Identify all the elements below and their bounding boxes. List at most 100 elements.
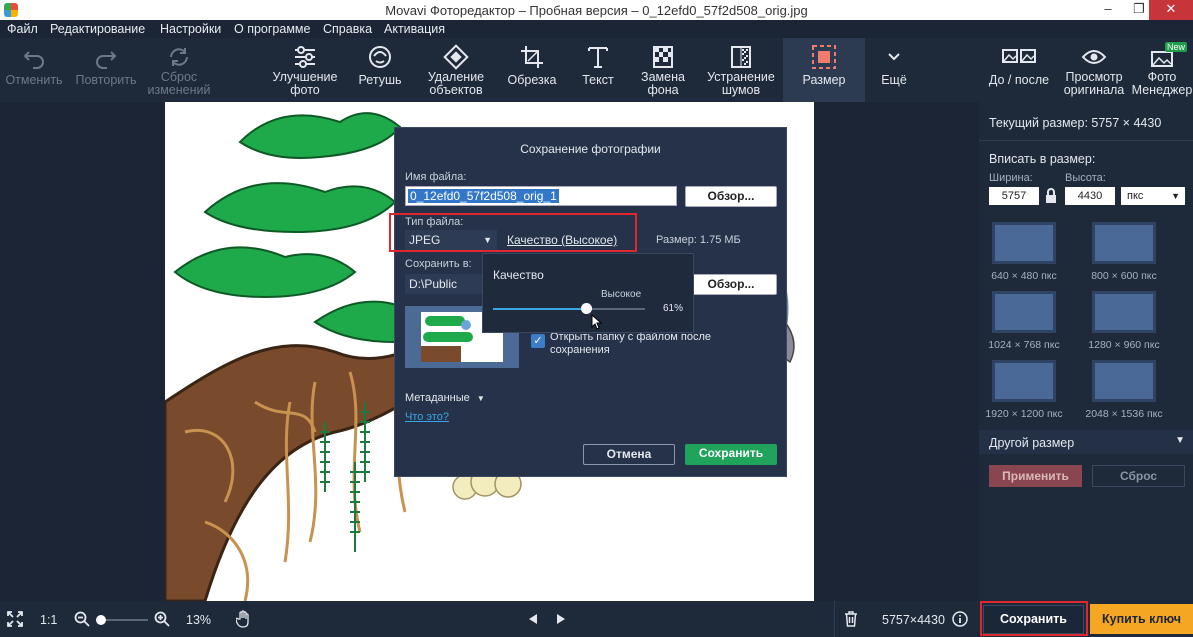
zoom-level: 13% — [186, 613, 212, 627]
chevron-down-icon — [888, 53, 900, 61]
browse-folder-button[interactable]: Обзор... — [685, 274, 777, 295]
chevron-down-icon: ▼ — [1175, 435, 1185, 446]
buy-key-button[interactable]: Купить ключ — [1090, 604, 1193, 634]
menu-settings[interactable]: Настройки — [160, 22, 221, 36]
resize-icon — [812, 45, 836, 69]
other-size-label: Другой размер — [989, 436, 1075, 450]
tool-text-label: Текст — [582, 73, 614, 87]
other-size-toggle[interactable]: Другой размер ▼ — [979, 430, 1193, 454]
preset-2048[interactable]: 2048 × 1536 пкс — [1079, 360, 1169, 420]
undo-button[interactable]: Отменить — [4, 38, 64, 102]
preset-1920[interactable]: 1920 × 1200 пкс — [979, 360, 1069, 420]
unit-value: пкс — [1127, 190, 1144, 202]
undo-label: Отменить — [5, 73, 63, 87]
metadata-toggle[interactable]: Метаданные ▼ — [405, 392, 485, 404]
info-icon[interactable] — [952, 611, 968, 627]
hand-icon[interactable] — [236, 610, 252, 628]
menu-activation[interactable]: Активация — [384, 22, 445, 36]
preset-thumb — [992, 360, 1056, 402]
what-is-this-link[interactable]: Что это? — [405, 411, 449, 423]
preset-thumb — [992, 291, 1056, 333]
quality-percent: 61% — [663, 303, 684, 314]
preset-thumb — [992, 222, 1056, 264]
preset-1280[interactable]: 1280 × 960 пкс — [1079, 291, 1169, 351]
tool-remove-objects[interactable]: Удаление объектов — [420, 38, 492, 102]
current-size-label: Текущий размер: 5757 × 4430 — [989, 116, 1162, 130]
redo-button[interactable]: Повторить — [72, 38, 140, 102]
tool-retouch[interactable]: Ретушь — [350, 38, 410, 102]
menu-bar: Файл Редактирование Настройки О программ… — [0, 20, 1193, 38]
tool-denoise[interactable]: Устранение шумов — [700, 38, 782, 102]
tool-remove-label-2: объектов — [429, 83, 483, 97]
tool-crop[interactable]: Обрезка — [502, 38, 562, 102]
preset-800[interactable]: 800 × 600 пкс — [1079, 222, 1169, 282]
open-folder-checkbox[interactable]: ✓ — [531, 334, 545, 348]
width-input[interactable]: 5757 — [989, 187, 1039, 205]
fit-screen-icon[interactable] — [7, 611, 23, 627]
trash-icon[interactable] — [844, 611, 858, 627]
tool-crop-label: Обрезка — [507, 73, 557, 87]
before-after-button[interactable]: До / после — [983, 38, 1055, 102]
zoom-in-icon[interactable] — [154, 611, 170, 627]
view-original-button[interactable]: Просмотр оригинала — [1058, 38, 1130, 102]
menu-about[interactable]: О программе — [234, 22, 310, 36]
file-size-label: Размер: 1.75 МБ — [656, 234, 741, 246]
height-input[interactable]: 4430 — [1065, 187, 1115, 205]
zoom-slider-knob[interactable] — [96, 615, 106, 625]
quality-slider-track[interactable] — [493, 303, 645, 314]
metadata-label: Метаданные — [405, 392, 470, 404]
tool-enhance[interactable]: Улучшение фото — [268, 38, 342, 102]
tool-denoise-label-2: шумов — [721, 83, 761, 97]
preset-label: 2048 × 1536 пкс — [1085, 408, 1163, 420]
tool-enhance-label-2: фото — [290, 83, 320, 97]
preset-label: 1024 × 768 пкс — [988, 339, 1060, 351]
lock-icon[interactable] — [1045, 188, 1057, 204]
tool-resize-label: Размер — [802, 73, 846, 87]
reset-button[interactable]: Сброс — [1092, 465, 1185, 487]
minimize-button[interactable]: – — [1094, 0, 1122, 20]
photo-manager-label-2: Менеджер — [1131, 83, 1193, 97]
width-label: Ширина: — [989, 172, 1033, 184]
filename-input[interactable]: 0_12efd0_57f2d508_orig_1 — [405, 186, 677, 206]
redo-icon — [96, 51, 117, 69]
tool-text[interactable]: Текст — [570, 38, 626, 102]
save-button-highlight — [980, 601, 1088, 636]
quality-slider-knob[interactable] — [581, 303, 592, 314]
background-replace-icon — [653, 46, 673, 68]
preset-640[interactable]: 640 × 480 пкс — [979, 222, 1069, 282]
menu-help[interactable]: Справка — [323, 22, 372, 36]
before-after-icon — [1002, 49, 1036, 63]
preset-thumb — [1092, 360, 1156, 402]
unit-select[interactable]: пкс ▼ — [1121, 187, 1185, 205]
zoom-slider[interactable] — [96, 615, 148, 625]
next-image-icon[interactable] — [555, 613, 567, 625]
browse-filename-button[interactable]: Обзор... — [685, 186, 777, 207]
zoom-out-icon[interactable] — [74, 611, 90, 627]
reset-label-2: изменений — [147, 83, 211, 97]
preset-thumb — [1092, 291, 1156, 333]
dialog-save-button[interactable]: Сохранить — [685, 444, 777, 465]
tool-replace-background[interactable]: Замена фона — [634, 38, 692, 102]
filename-value: 0_12efd0_57f2d508_orig_1 — [408, 189, 559, 203]
apply-button[interactable]: Применить — [989, 465, 1082, 487]
height-label: Высота: — [1065, 172, 1106, 184]
open-folder-label: Открыть папку с файлом после сохранения — [550, 331, 711, 357]
menu-file[interactable]: Файл — [7, 22, 38, 36]
filename-label: Имя файла: — [405, 171, 467, 183]
resize-panel: Текущий размер: 5757 × 4430 Вписать в ра… — [979, 102, 1193, 601]
cancel-button[interactable]: Отмена — [583, 444, 675, 465]
tool-more[interactable]: Ещё — [870, 38, 918, 102]
preset-thumb — [1092, 222, 1156, 264]
view-original-label-2: оригинала — [1063, 83, 1125, 97]
menu-edit[interactable]: Редактирование — [50, 22, 145, 36]
photo-manager-button[interactable]: New Фото Менеджер — [1131, 38, 1193, 102]
window-title: Movavi Фоторедактор – Пробная версия – 0… — [385, 3, 808, 18]
tool-resize[interactable]: Размер — [783, 38, 865, 102]
previous-image-icon[interactable] — [527, 613, 539, 625]
close-button[interactable]: ✕ — [1149, 0, 1193, 20]
preset-1024[interactable]: 1024 × 768 пкс — [979, 291, 1069, 351]
reset-changes-button[interactable]: Сброс изменений — [145, 38, 213, 102]
quality-slider-fill — [493, 308, 586, 310]
actual-size-button[interactable]: 1:1 — [40, 613, 57, 627]
title-bar: Movavi Фоторедактор – Пробная версия – 0… — [0, 0, 1193, 20]
